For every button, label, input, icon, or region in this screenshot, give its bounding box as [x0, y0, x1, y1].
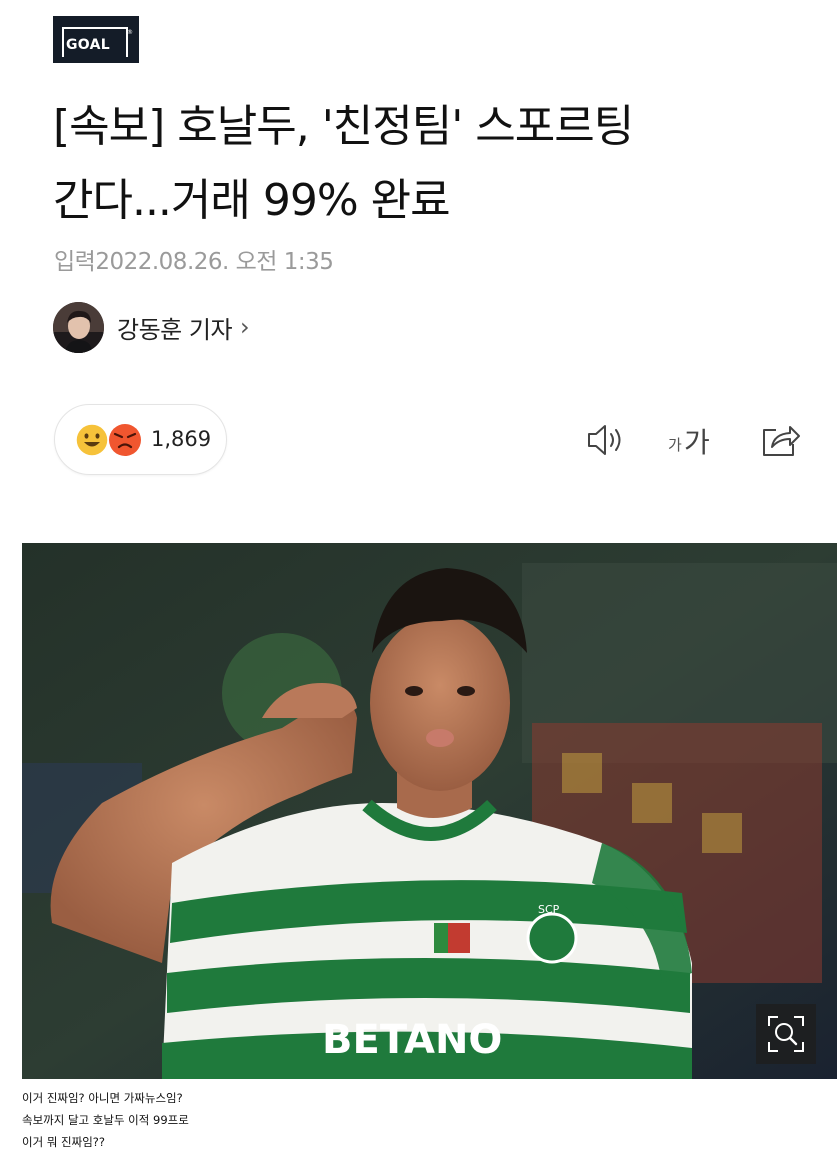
post-caption: 이거 진짜임? 아니면 가짜뉴스임? 속보까지 달고 호날두 이적 99프로 이…: [22, 1087, 189, 1153]
article-title-line2: 간다...거래 99% 완료: [53, 175, 451, 226]
font-large-glyph: 가: [684, 426, 710, 459]
article-title: [속보] 호날두, '친정팀' 스포르팅 간다...거래 99% 완료: [53, 90, 813, 238]
crest-text: SCP: [538, 903, 560, 916]
angry-face-icon: [109, 424, 141, 456]
happy-face-icon: [75, 423, 109, 457]
publish-date: 입력2022.08.26. 오전 1:35: [54, 242, 334, 276]
reaction-button[interactable]: 1,869: [54, 404, 227, 475]
shirt-sponsor-text: BETANO: [322, 1017, 502, 1063]
zoom-icon: [768, 1016, 804, 1052]
article-title-line1: [속보] 호날두, '친정팀' 스포르팅: [53, 101, 634, 152]
date-label: 입력: [54, 249, 96, 275]
article-photo[interactable]: BETANO SCP: [22, 543, 837, 1079]
goal-logo[interactable]: GOAL ®: [53, 16, 139, 63]
goal-logo-text: GOAL: [66, 37, 110, 53]
caption-line: 속보까지 달고 호날두 이적 99프로: [22, 1113, 189, 1127]
zoom-button[interactable]: [756, 1004, 816, 1064]
author-name: 강동훈 기자: [117, 315, 233, 344]
reaction-count: 1,869: [151, 427, 212, 451]
share-button[interactable]: [760, 420, 802, 460]
caption-line: 이거 진짜임? 아니면 가짜뉴스임?: [22, 1091, 183, 1105]
avatar: [53, 301, 104, 353]
speaker-icon: [588, 425, 621, 455]
font-size-button[interactable]: 가 가: [668, 420, 718, 460]
caption-line: 이거 뭐 진짜임??: [22, 1135, 105, 1149]
author-link[interactable]: 강동훈 기자 ›: [53, 301, 250, 353]
font-small-glyph: 가: [668, 436, 682, 454]
registered-mark: ®: [127, 29, 133, 36]
chevron-right-icon: ›: [240, 313, 250, 341]
listen-button[interactable]: [585, 420, 629, 460]
date-value: 2022.08.26. 오전 1:35: [95, 249, 334, 275]
share-icon: [763, 426, 800, 456]
player-photo-illustration: BETANO SCP: [22, 543, 837, 1079]
